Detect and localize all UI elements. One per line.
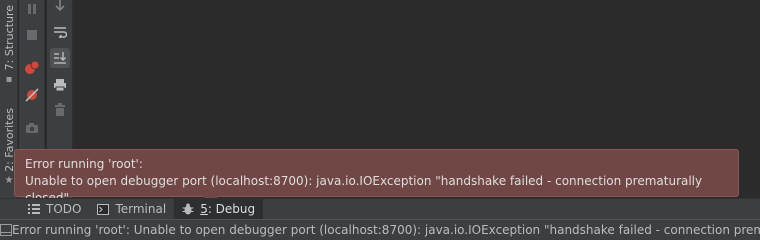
structure-tab-label: 7: Structure [2,5,16,71]
scroll-to-end-button[interactable] [50,48,70,68]
view-breakpoints-button[interactable] [22,58,42,78]
soft-wrap-button[interactable] [50,22,70,42]
arrow-down-icon [55,0,65,12]
clear-all-button[interactable] [50,100,70,120]
tab-debug[interactable]: 5: Debug [174,198,264,220]
pause-icon [28,4,36,14]
todo-list-icon [28,204,40,214]
tab-todo-label: TODO [46,202,82,216]
mute-breakpoints-button[interactable] [22,85,42,105]
breakpoints-icon [25,60,40,74]
trash-icon [55,103,65,116]
error-notification-balloon[interactable]: Error running 'root': Unable to open deb… [14,149,739,205]
camera-icon [26,123,38,133]
tool-window-tab-bar: TODO Terminal 5: Debug [0,198,760,220]
tool-windows-toggle-icon[interactable] [0,224,12,236]
terminal-icon [97,203,110,215]
scroll-to-end-icon [54,52,66,64]
tab-debug-mnemonic: 5 [200,202,208,216]
status-bar[interactable]: Error running 'root': Unable to open deb… [0,219,760,240]
stop-icon [27,30,37,40]
tab-todo[interactable]: TODO [20,199,89,220]
pause-button[interactable] [22,0,42,19]
structure-tool-tab[interactable]: 7: Structure ▪ [0,2,18,88]
tab-debug-label: 5: Debug [200,202,255,216]
star-icon: ★ [4,174,14,186]
printer-icon [54,79,66,92]
soft-wrap-icon [54,27,67,38]
tab-terminal-label: Terminal [115,202,167,216]
print-button[interactable] [50,75,70,95]
status-message: Error running 'root': Unable to open deb… [12,223,760,237]
bug-icon [182,203,194,215]
tab-debug-label-rest: : Debug [207,202,256,216]
get-thread-dump-button[interactable] [22,118,42,138]
stop-button[interactable] [22,25,42,45]
structure-icon: ▪ [5,73,13,85]
balloon-title: Error running 'root': [25,157,143,171]
scroll-down-button[interactable] [50,0,70,16]
mute-breakpoints-icon [25,88,39,102]
tab-terminal[interactable]: Terminal [89,199,174,220]
